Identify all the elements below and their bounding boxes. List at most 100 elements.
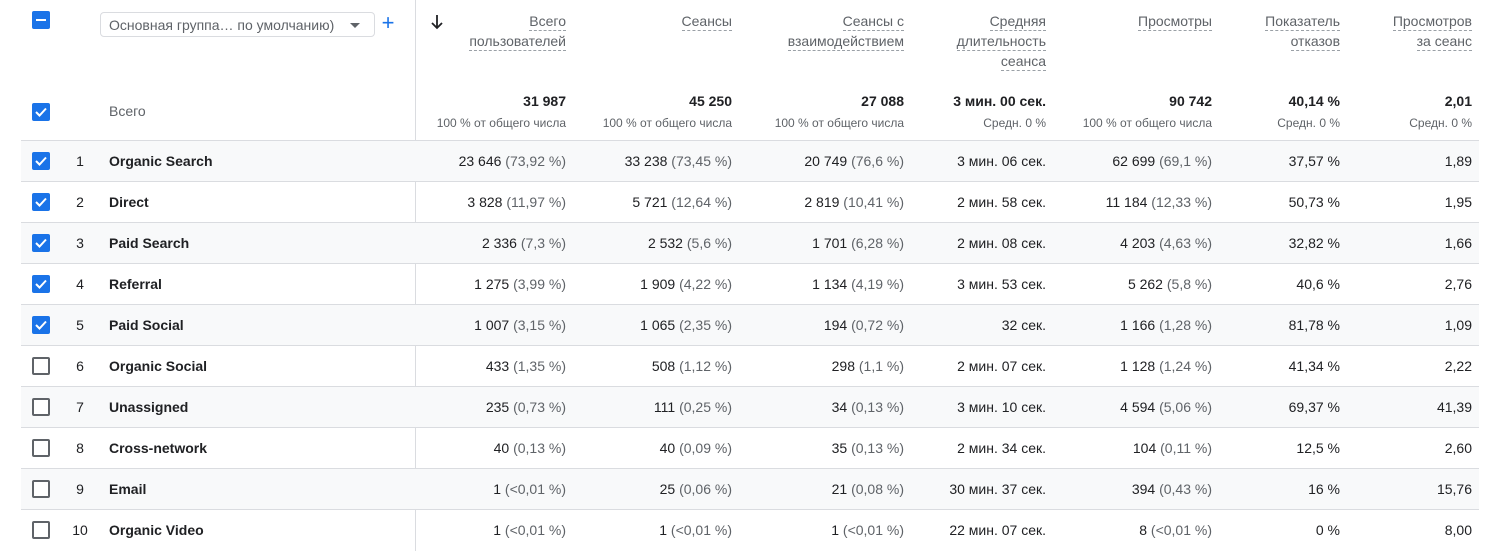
- total-value-views: 90 742: [1169, 93, 1212, 109]
- column-header-line: Просмотры: [1138, 13, 1212, 31]
- cell-percent: (2,35 %): [675, 317, 732, 333]
- cell-value: 2 мин. 07 сек.: [957, 358, 1046, 374]
- table-row[interactable]: 6 Organic Social 433 (1,35 %) 508 (1,12 %) 2…: [21, 345, 1479, 386]
- cell-value: 235: [485, 399, 510, 415]
- cell-views: 4 203 (4,63 %): [1120, 235, 1212, 251]
- total-subtext-engaged: 100 % от общего числа: [774, 116, 904, 130]
- table-row[interactable]: 1 Organic Search 23 646 (73,92 %) 33 238 (7…: [21, 140, 1479, 181]
- cell-percent: (6,28 %): [847, 235, 904, 251]
- column-header-sessions[interactable]: Сеансы: [681, 11, 732, 31]
- cell-duration: 30 мин. 37 сек.: [949, 481, 1046, 497]
- column-header-bounce[interactable]: Показатель отказов: [1265, 11, 1340, 51]
- cell-value: 41,34 %: [1288, 358, 1340, 374]
- row-checkbox[interactable]: [32, 316, 50, 334]
- table-row[interactable]: 2 Direct 3 828 (11,97 %) 5 721 (12,64 %) 2 8…: [21, 181, 1479, 222]
- cell-engaged: 35 (0,13 %): [832, 440, 904, 456]
- column-header-engaged[interactable]: Сеансы с взаимодействием: [787, 11, 904, 51]
- total-value-users: 31 987: [523, 93, 566, 109]
- column-header-duration[interactable]: Средняя длительность сеанса: [956, 11, 1046, 71]
- select-all-checkbox[interactable]: [32, 11, 50, 29]
- cell-percent: (4,19 %): [847, 276, 904, 292]
- check-icon: [35, 197, 47, 207]
- dropdown-caret-icon: [350, 23, 360, 28]
- cell-users: 433 (1,35 %): [486, 358, 566, 374]
- table-row[interactable]: 7 Unassigned 235 (0,73 %) 111 (0,25 %) 34 (0…: [21, 386, 1479, 427]
- column-header-users[interactable]: Всего пользователей: [469, 11, 566, 51]
- row-checkbox[interactable]: [32, 275, 50, 293]
- cell-sessions: 33 238 (73,45 %): [625, 153, 732, 169]
- cell-views: 62 699 (69,1 %): [1112, 153, 1212, 169]
- cell-percent: (3,15 %): [509, 317, 566, 333]
- row-checkbox[interactable]: [32, 480, 50, 498]
- cell-value: 3 мин. 10 сек.: [957, 399, 1046, 415]
- add-dimension-button[interactable]: +: [379, 12, 397, 34]
- row-checkbox[interactable]: [32, 357, 50, 375]
- cell-bounce: 32,82 %: [1289, 235, 1340, 251]
- table-row[interactable]: 9 Email 1 (<0,01 %) 25 (0,06 %) 21 (0,08 %) 3…: [21, 468, 1479, 509]
- cell-engaged: 1 134 (4,19 %): [812, 276, 904, 292]
- cell-views_per_session: 1,09: [1445, 317, 1472, 333]
- column-header-views_per_session[interactable]: Просмотров за сеанс: [1392, 11, 1472, 51]
- row-checkbox[interactable]: [32, 521, 50, 539]
- table-row[interactable]: 8 Cross-network 40 (0,13 %) 40 (0,09 %) 35 (…: [21, 427, 1479, 468]
- cell-value: 8: [1139, 522, 1148, 538]
- cell-sessions: 1 065 (2,35 %): [640, 317, 732, 333]
- cell-value: 1,66: [1444, 235, 1472, 251]
- cell-bounce: 16 %: [1308, 481, 1340, 497]
- cell-engaged: 298 (1,1 %): [832, 358, 904, 374]
- cell-value: 508: [651, 358, 676, 374]
- cell-views_per_session: 8,00: [1445, 522, 1472, 538]
- total-value-duration: 3 мин. 00 сек.: [953, 93, 1046, 109]
- cell-value: 1: [831, 522, 840, 538]
- dimension-selector[interactable]: Основная группа… по умолчанию): [100, 12, 375, 37]
- cell-value: 2,76: [1444, 276, 1472, 292]
- row-checkbox[interactable]: [32, 398, 50, 416]
- row-checkbox[interactable]: [32, 234, 50, 252]
- cell-percent: (1,1 %): [854, 358, 904, 374]
- cell-value: 3 мин. 53 сек.: [957, 276, 1046, 292]
- cell-percent: (10,41 %): [839, 194, 904, 210]
- total-value-views_per_session: 2,01: [1444, 93, 1472, 109]
- cell-value: 298: [831, 358, 855, 374]
- cell-percent: (5,6 %): [682, 235, 732, 251]
- cell-views_per_session: 1,66: [1445, 235, 1472, 251]
- cell-value: 20 749: [804, 153, 848, 169]
- row-dimension-label: Email: [109, 481, 147, 497]
- check-icon: [35, 279, 47, 289]
- row-checkbox[interactable]: [32, 439, 50, 457]
- cell-duration: 2 мин. 58 сек.: [957, 194, 1046, 210]
- cell-bounce: 12,5 %: [1296, 440, 1340, 456]
- cell-duration: 3 мин. 10 сек.: [957, 399, 1046, 415]
- cell-duration: 3 мин. 53 сек.: [957, 276, 1046, 292]
- cell-views: 5 262 (5,8 %): [1128, 276, 1212, 292]
- table-row[interactable]: 10 Organic Video 1 (<0,01 %) 1 (<0,01 %) 1 (…: [21, 509, 1479, 550]
- cell-views: 8 (<0,01 %): [1139, 522, 1212, 538]
- cell-percent: (1,12 %): [675, 358, 732, 374]
- cell-users: 2 336 (7,3 %): [482, 235, 566, 251]
- cell-users: 1 (<0,01 %): [493, 522, 566, 538]
- cell-value: 1 134: [812, 276, 848, 292]
- table-row[interactable]: 3 Paid Search 2 336 (7,3 %) 2 532 (5,6 %) 1 …: [21, 222, 1479, 263]
- cell-value: 0 %: [1315, 522, 1340, 538]
- cell-value: 1,95: [1444, 194, 1472, 210]
- dimension-selector-label: Основная группа… по умолчанию): [109, 16, 335, 33]
- cell-duration: 2 мин. 34 сек.: [957, 440, 1046, 456]
- cell-sessions: 1 (<0,01 %): [659, 522, 732, 538]
- table-row[interactable]: 5 Paid Social 1 007 (3,15 %) 1 065 (2,35 %)…: [21, 304, 1479, 345]
- cell-percent: (0,06 %): [675, 481, 732, 497]
- column-header-line: Всего: [529, 13, 566, 31]
- cell-duration: 22 мин. 07 сек.: [949, 522, 1046, 538]
- row-dimension-label: Paid Search: [109, 235, 190, 251]
- sort-descending-icon[interactable]: [430, 14, 444, 30]
- cell-users: 23 646 (73,92 %): [459, 153, 566, 169]
- row-checkbox[interactable]: [32, 152, 50, 170]
- cell-value: 40,6 %: [1296, 276, 1340, 292]
- cell-bounce: 81,78 %: [1289, 317, 1340, 333]
- cell-engaged: 34 (0,13 %): [832, 399, 904, 415]
- row-checkbox[interactable]: [32, 193, 50, 211]
- cell-views: 4 594 (5,06 %): [1120, 399, 1212, 415]
- column-header-views[interactable]: Просмотры: [1138, 11, 1212, 31]
- table-row[interactable]: 4 Referral 1 275 (3,99 %) 1 909 (4,22 %) 1 1…: [21, 263, 1479, 304]
- totals-checkbox[interactable]: [32, 103, 50, 121]
- total-value-engaged: 27 088: [861, 93, 904, 109]
